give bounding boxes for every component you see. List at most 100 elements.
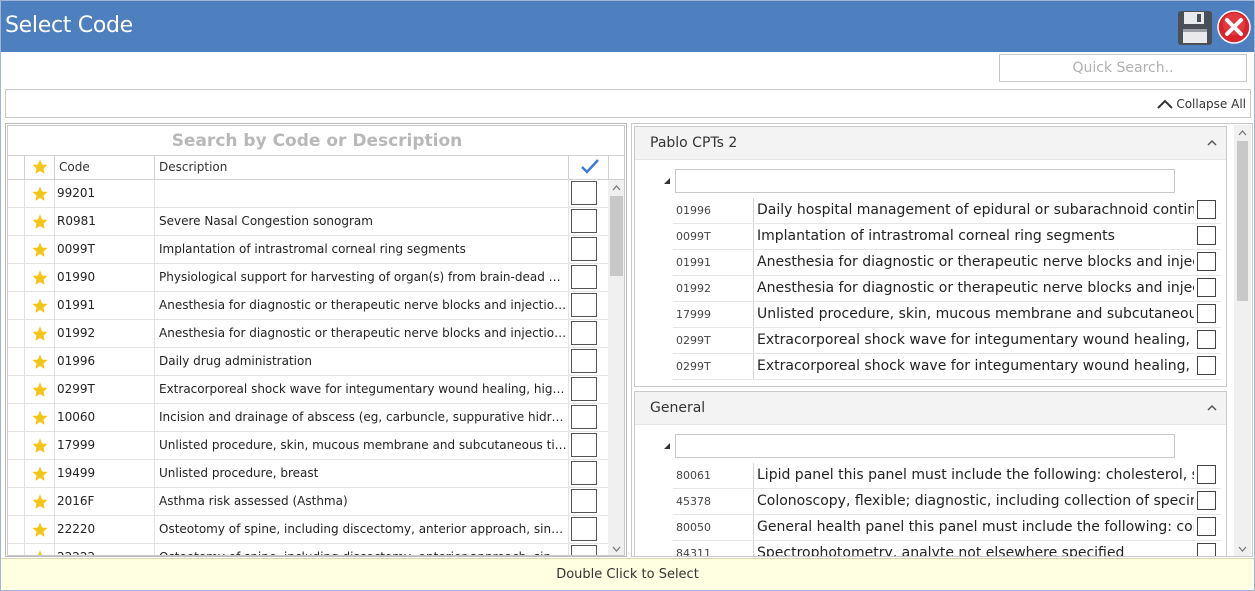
favorite-cell[interactable] [24,376,54,403]
quick-search-input[interactable] [999,54,1247,82]
star-icon[interactable] [31,213,49,231]
table-row[interactable]: 22222Osteotomy of spine, including disce… [8,544,608,557]
select-column-header[interactable] [568,156,608,179]
scroll-up-icon[interactable] [1238,129,1247,138]
select-checkbox[interactable] [1197,543,1216,556]
right-vertical-scrollbar[interactable] [1234,125,1251,556]
star-icon[interactable] [31,409,49,427]
close-button[interactable] [1217,10,1251,44]
table-row[interactable]: 01991 Anesthesia for diagnostic or therap… [8,292,608,320]
save-button[interactable] [1177,10,1213,46]
table-row[interactable]: 01996 Daily drug administration [8,348,608,376]
description-column-header[interactable]: Description [154,156,568,179]
favorite-cell[interactable] [24,460,54,487]
select-checkbox[interactable] [1197,226,1216,245]
select-checkbox[interactable] [1197,278,1216,297]
scroll-down-icon[interactable] [1238,544,1247,553]
select-checkbox[interactable] [1197,200,1216,219]
star-icon[interactable] [31,521,49,539]
table-row[interactable]: 0299T Extracorporeal shock wave for integ… [8,376,608,404]
star-icon[interactable] [31,381,49,399]
table-row[interactable]: 22220 Osteotomy of spine, including disce… [8,516,608,544]
favorite-cell[interactable] [24,348,54,375]
table-row[interactable]: 17999 Unlisted procedure, skin, mucous me… [8,432,608,460]
star-icon[interactable] [31,241,49,259]
table-row[interactable]: 10060 Incision and drainage of abscess (e… [8,404,608,432]
favorite-cell[interactable] [24,292,54,319]
select-checkbox[interactable] [571,545,597,555]
chevron-up-icon[interactable] [1206,138,1218,148]
select-checkbox[interactable] [1197,330,1216,349]
favorite-cell[interactable] [24,264,54,291]
code-column-header[interactable]: Code [54,156,154,179]
select-checkbox[interactable] [571,377,597,401]
scroll-thumb[interactable] [1237,141,1248,301]
table-row[interactable]: 99201 [8,180,608,208]
table-row[interactable]: 19499 Unlisted procedure, breast [8,460,608,488]
star-icon[interactable] [31,465,49,483]
group-header[interactable]: General [635,392,1226,425]
select-checkbox[interactable] [571,461,597,485]
star-icon[interactable] [31,549,49,557]
list-item[interactable]: 0099T Implantation of intrastromal cornea… [673,224,1221,250]
select-checkbox[interactable] [571,181,597,205]
select-checkbox[interactable] [571,405,597,429]
favorite-column-header[interactable] [24,156,54,179]
list-item[interactable]: 0299T Extracorporeal shock wave for integ… [673,354,1221,380]
select-checkbox[interactable] [571,321,597,345]
select-checkbox[interactable] [1197,304,1216,323]
select-checkbox[interactable] [571,209,597,233]
list-item[interactable]: 01992 Anesthesia for diagnostic or therap… [673,276,1221,302]
select-checkbox[interactable] [571,293,597,317]
table-row[interactable]: 2016F Asthma risk assessed (Asthma) [8,488,608,516]
favorite-cell[interactable] [24,236,54,263]
favorite-cell[interactable] [24,208,54,235]
select-checkbox[interactable] [571,237,597,261]
favorite-cell[interactable] [24,488,54,515]
table-row[interactable]: 0099T Implantation of intrastromal cornea… [8,236,608,264]
table-row[interactable]: 01990 Physiological support for harvestin… [8,264,608,292]
star-icon[interactable] [31,353,49,371]
star-icon[interactable] [31,493,49,511]
list-item[interactable]: 01996 Daily hospital management of epidur… [673,198,1221,224]
list-item[interactable]: 01991 Anesthesia for diagnostic or therap… [673,250,1221,276]
select-checkbox[interactable] [1197,465,1216,484]
star-icon[interactable] [31,185,49,203]
scroll-down-icon[interactable] [612,544,621,553]
star-icon[interactable] [31,325,49,343]
chevron-up-icon[interactable] [1206,403,1218,413]
collapse-all-button[interactable]: Collapse All [1156,97,1246,111]
list-item[interactable]: 80061 Lipid panel this panel must include… [673,463,1221,489]
select-checkbox[interactable] [571,433,597,457]
select-checkbox[interactable] [571,489,597,513]
select-checkbox[interactable] [571,517,597,541]
star-icon[interactable] [31,269,49,287]
left-vertical-scrollbar[interactable] [608,180,624,555]
select-checkbox[interactable] [1197,491,1216,510]
table-row[interactable]: R0981 Severe Nasal Congestion sonogram [8,208,608,236]
favorite-cell[interactable] [24,180,54,207]
select-checkbox[interactable] [1197,517,1216,536]
scroll-thumb[interactable] [610,196,623,276]
group-filter-input[interactable] [675,434,1175,458]
favorite-cell[interactable] [24,544,54,557]
favorite-cell[interactable] [24,432,54,459]
list-item[interactable]: 80050 General health panel this panel mus… [673,515,1221,541]
select-checkbox[interactable] [1197,252,1216,271]
expand-triangle-icon[interactable] [663,442,671,450]
expand-triangle-icon[interactable] [663,177,671,185]
group-filter-input[interactable] [675,169,1175,193]
favorite-cell[interactable] [24,404,54,431]
group-header[interactable]: Pablo CPTs 2 [635,127,1226,160]
favorite-cell[interactable] [24,516,54,543]
list-item[interactable]: 45378 Colonoscopy, flexible; diagnostic, … [673,489,1221,515]
scroll-up-icon[interactable] [612,184,621,193]
star-icon[interactable] [31,437,49,455]
list-item[interactable]: 0299T Extracorporeal shock wave for integ… [673,328,1221,354]
select-checkbox[interactable] [1197,356,1216,375]
list-item[interactable]: 84311 Spectrophotometry, analyte not else… [673,541,1221,556]
select-checkbox[interactable] [571,265,597,289]
favorite-cell[interactable] [24,320,54,347]
select-checkbox[interactable] [571,349,597,373]
star-icon[interactable] [31,297,49,315]
